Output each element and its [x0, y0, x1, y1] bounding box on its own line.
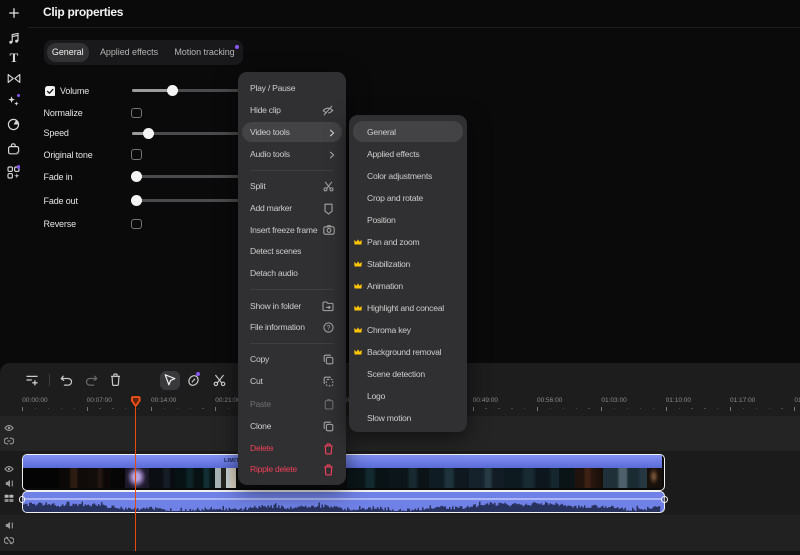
svg-text:?: ?: [326, 325, 330, 332]
